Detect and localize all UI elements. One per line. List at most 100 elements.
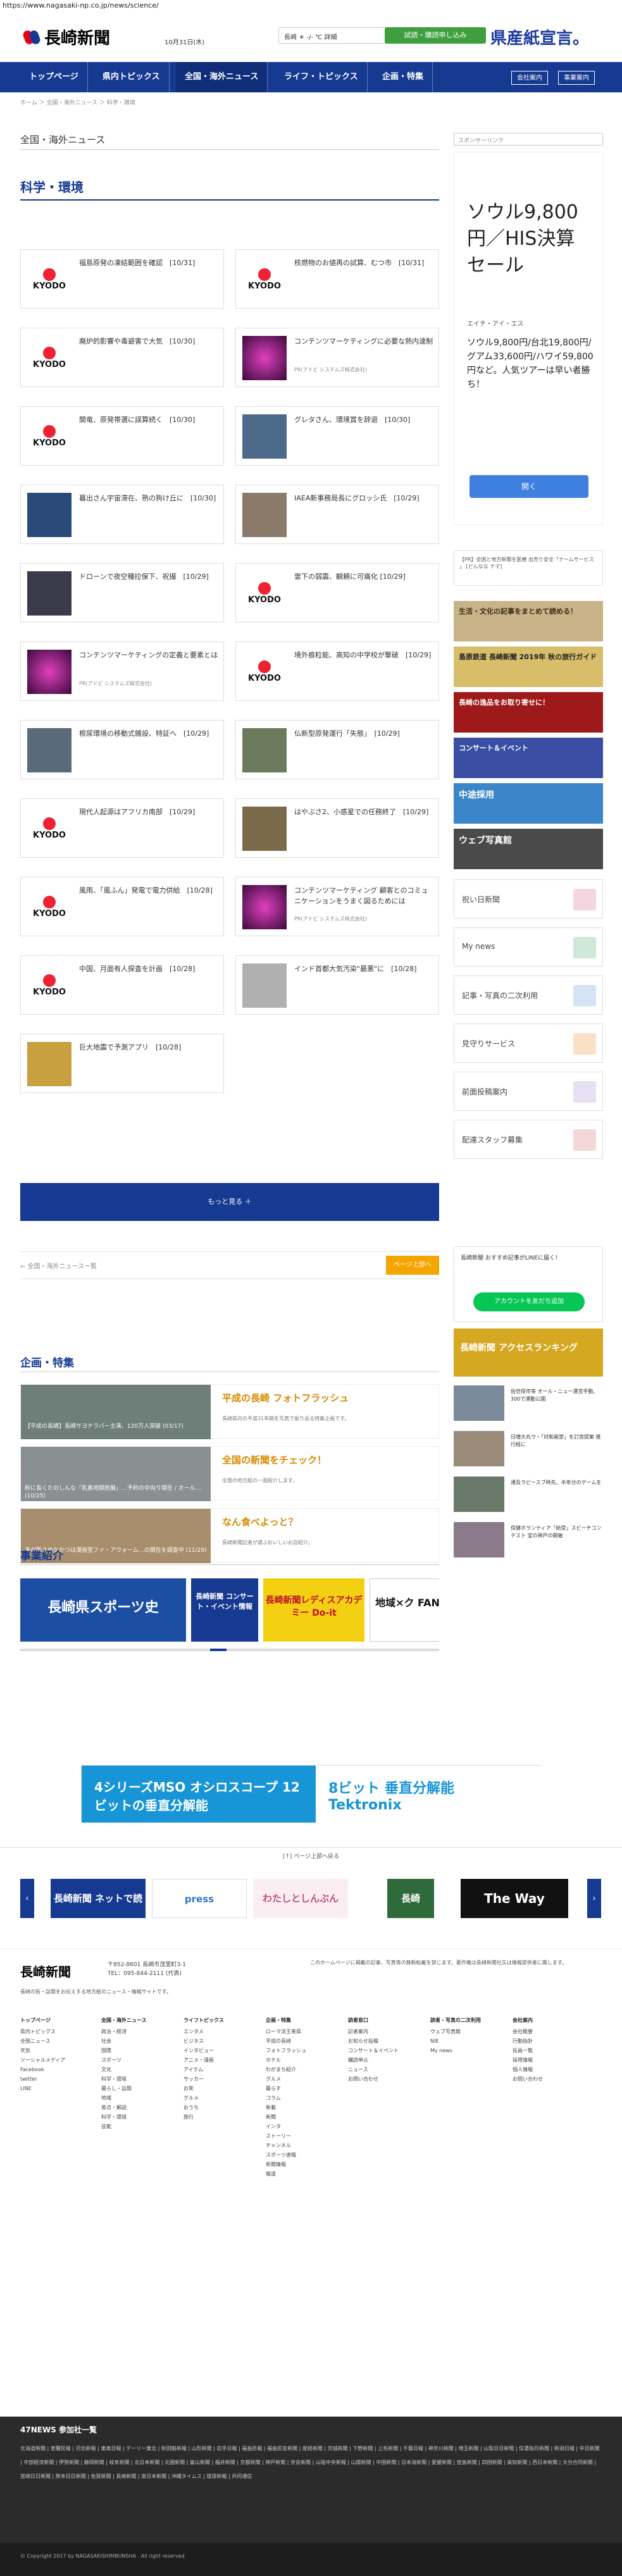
footer-column-heading[interactable]: トップページ <box>20 2016 65 2025</box>
footer-link[interactable]: My news <box>430 2046 481 2055</box>
article-card[interactable]: KYODO 風雨、「風ふん」発電で電力供給 [10/28] <box>20 877 224 936</box>
nav-local[interactable]: 県内トピックス <box>94 62 170 92</box>
side-news-item[interactable]: 佐世保市等 オール・ニュー運営手動、300で運動公園 <box>454 1385 603 1427</box>
article-card[interactable]: コンテンツマーケティングに必要な熱内達制 PR(アドビ システムズ株式会社) <box>235 328 439 387</box>
article-card[interactable]: コンテンツマーケティングの定義と要素とは PR(アドビ システムズ株式会社) <box>20 641 224 701</box>
footer-link[interactable]: 地域 <box>101 2093 147 2103</box>
footer-link[interactable]: 新聞 <box>266 2112 306 2122</box>
footer-link[interactable]: 国際 <box>101 2046 147 2055</box>
back-to-list-link[interactable]: ← 全国・海外ニュース一覧 <box>20 1261 97 1270</box>
more-button[interactable]: もっと見る ＋ <box>20 1183 439 1221</box>
footer-link[interactable]: twitter <box>20 2074 65 2084</box>
news47-list[interactable]: 北海道新聞 | 室蘭民報 | 河北新報 | 東奥日報 | デーリー東北 | 秋田… <box>20 2442 602 2484</box>
footer-link[interactable]: 暮らす <box>266 2084 306 2093</box>
footer-link[interactable]: お問い合わせ <box>513 2074 543 2084</box>
business-item[interactable]: 長崎新聞 コンサート・イベント情報 <box>191 1578 258 1642</box>
url-bar[interactable]: https://www.nagasaki-np.co.jp/news/scien… <box>0 0 622 11</box>
article-card[interactable]: KYODO 核燃物のお値再の試算、むつ市 [10/31] <box>235 249 439 309</box>
service-link[interactable]: 見守りサービス <box>454 1024 603 1063</box>
article-card[interactable]: KYODO 中国、月面有人探査を計画 [10/28] <box>20 955 224 1015</box>
carousel-prev-icon[interactable]: ‹ <box>20 1879 34 1918</box>
side-news-item[interactable]: 保健ボランティア「給受」スビーチコンテスト 宝の神戸の開催 <box>454 1522 603 1564</box>
side-banner[interactable]: 中途採用 <box>454 783 603 824</box>
ad-open-button[interactable]: 開く <box>470 475 588 498</box>
footer-link[interactable]: 焦点・解説 <box>101 2103 147 2112</box>
footer-link[interactable]: 県内トピックス <box>20 2027 65 2036</box>
footer-link[interactable]: 購読申込 <box>348 2055 399 2065</box>
footer-link[interactable]: チャンネル <box>266 2141 306 2150</box>
footer-link[interactable]: 文化 <box>101 2065 147 2074</box>
article-card[interactable]: コンテンツマーケティング 顧客とのコミュニケーションをうまく図るためには PR(ア… <box>235 877 439 936</box>
footer-link[interactable]: 会社概要 <box>513 2027 543 2036</box>
footer-link[interactable]: 全国ニュース <box>20 2036 65 2046</box>
article-card[interactable]: KYODO 現代人起源はアフリカ南部 [10/29] <box>20 798 224 858</box>
side-pr-note[interactable]: 【PR】全国と地方新聞を医療 出売り安全「ナームサービス 」 [どんなな ナマ] <box>454 550 603 586</box>
article-card[interactable]: KYODO 雲下の弱震、観頼に可痛化 [10/29] <box>235 563 439 622</box>
article-card[interactable]: グレタさん、環境賞を辞退 [10/30] <box>235 406 439 466</box>
article-card[interactable]: 暮出さん宇宙滞在、熟の狗け丘に [10/30] <box>20 485 224 544</box>
service-link[interactable]: 記事・写真の二次利用 <box>454 975 603 1015</box>
footer-link[interactable]: 行動指針 <box>513 2036 543 2046</box>
side-news-item[interactable]: 通及ラピースブ時先、半年分のゲームを <box>454 1477 603 1518</box>
breadcrumb[interactable]: ホーム ＞ 全国・海外ニュース ＞ 科学・環境 <box>20 98 135 106</box>
footer-link[interactable]: サッカー <box>183 2074 224 2084</box>
nav-business[interactable]: 事業案内 <box>558 71 595 85</box>
nav-life[interactable]: ライフ・トピックス <box>275 62 368 92</box>
footer-link[interactable]: フォトフラッシュ <box>266 2046 306 2055</box>
footer-column-heading[interactable]: 読者窓口 <box>348 2016 399 2025</box>
footer-link[interactable]: 天気 <box>20 2046 65 2055</box>
site-logo[interactable]: 長崎新聞 <box>22 25 110 49</box>
article-card[interactable]: 巨大地震で予測アプリ [10/28] <box>20 1034 224 1093</box>
footer-link[interactable]: アニメ・漫画 <box>183 2055 224 2065</box>
kenpo-banner[interactable]: 県産紙宣言。 <box>490 25 601 48</box>
trial-subscribe-button[interactable]: 試読・購読申し込み <box>385 27 486 44</box>
footer-link[interactable]: エンタメ <box>183 2027 224 2036</box>
service-link[interactable]: 前面投稿案内 <box>454 1072 603 1111</box>
his-ad[interactable]: ソウル9,800円／HIS決算セール エイチ・アイ・エス ソウル9,800円/台… <box>454 152 603 525</box>
footer-column-heading[interactable]: 企画・特集 <box>266 2016 306 2025</box>
footer-link[interactable]: ストーリー <box>266 2131 306 2141</box>
footer-link[interactable]: スポーツ速報 <box>266 2150 306 2160</box>
footer-link[interactable]: グルメ <box>183 2093 224 2103</box>
side-banner[interactable]: 長崎の逸品をお取り寄せに！ <box>454 692 603 733</box>
article-card[interactable]: KYODO 開竜、原発帯選に誤算続く [10/30] <box>20 406 224 466</box>
footer-link[interactable]: おうち <box>183 2103 224 2112</box>
service-link[interactable]: My news <box>454 927 603 967</box>
footer-link[interactable]: 報道 <box>266 2169 306 2179</box>
footer-link[interactable]: ローマ法王来県 <box>266 2027 306 2036</box>
footer-link[interactable]: 記者案内 <box>348 2027 399 2036</box>
line-add-friend-button[interactable]: アカウントを友だち追加 <box>473 1292 585 1311</box>
nav-national[interactable]: 全国・海外ニュース <box>176 62 268 92</box>
footer-link[interactable]: 役員一覧 <box>513 2046 543 2055</box>
article-card[interactable]: IAEA新事務局長にグロッシ氏 [10/29] <box>235 485 439 544</box>
back-to-top-link[interactable]: [↑] ページ上部へ戻る <box>0 1847 622 1865</box>
page-top-button[interactable]: ページ上部へ <box>386 1256 439 1275</box>
footer-link[interactable]: ニュース <box>348 2065 399 2074</box>
footer-link[interactable]: 科学・環境 <box>101 2112 147 2122</box>
partner-item[interactable]: 長崎 <box>387 1879 434 1918</box>
service-link[interactable]: 配達スタッフ募集 <box>454 1120 603 1159</box>
ranking-banner[interactable]: 長崎新聞 アクセスランキング <box>454 1328 603 1377</box>
footer-logo[interactable]: 長崎新聞 <box>20 1962 71 1980</box>
partner-item[interactable]: The Way <box>461 1879 568 1918</box>
footer-link[interactable]: 新聞情報 <box>266 2160 306 2169</box>
footer-column-heading[interactable]: 読者・写真の二次利用 <box>430 2016 481 2025</box>
side-news-item[interactable]: 日増大丸ウ・「対和画堂」を訂宮提案 推行経に <box>454 1431 603 1473</box>
footer-column-heading[interactable]: ライフトピックス <box>183 2016 224 2025</box>
footer-link[interactable]: お知らせ投稿 <box>348 2036 399 2046</box>
footer-link[interactable]: 平成の長崎 <box>266 2036 306 2046</box>
footer-link[interactable]: コンサート＆イベント <box>348 2046 399 2055</box>
tektronix-ad[interactable]: 4シリーズMSO オシロスコープ 12ビットの垂直分解能 8ビット 垂直分解能 … <box>81 1765 542 1823</box>
service-link[interactable]: 祝い日新聞 <box>454 879 603 919</box>
footer-link[interactable]: インタ <box>266 2122 306 2131</box>
partner-item[interactable]: press <box>152 1879 247 1918</box>
business-item[interactable]: 長崎県スポーツ史 <box>20 1578 186 1642</box>
footer-link[interactable]: ソーシャルメディア <box>20 2055 65 2065</box>
footer-link[interactable]: LINE <box>20 2084 65 2093</box>
footer-link[interactable]: 科学・環境 <box>101 2074 147 2084</box>
footer-column-heading[interactable]: 会社案内 <box>513 2016 543 2025</box>
feature-row[interactable]: 身が新さめなかつは漫画堂ファ・アウォーム…の開在を調査中 (11/29) なん食… <box>20 1508 439 1563</box>
footer-link[interactable]: 採用情報 <box>513 2055 543 2065</box>
side-banner[interactable]: 生活・文化の記事をまとめて読める！ <box>454 601 603 641</box>
footer-link[interactable]: スポーツ <box>101 2055 147 2065</box>
